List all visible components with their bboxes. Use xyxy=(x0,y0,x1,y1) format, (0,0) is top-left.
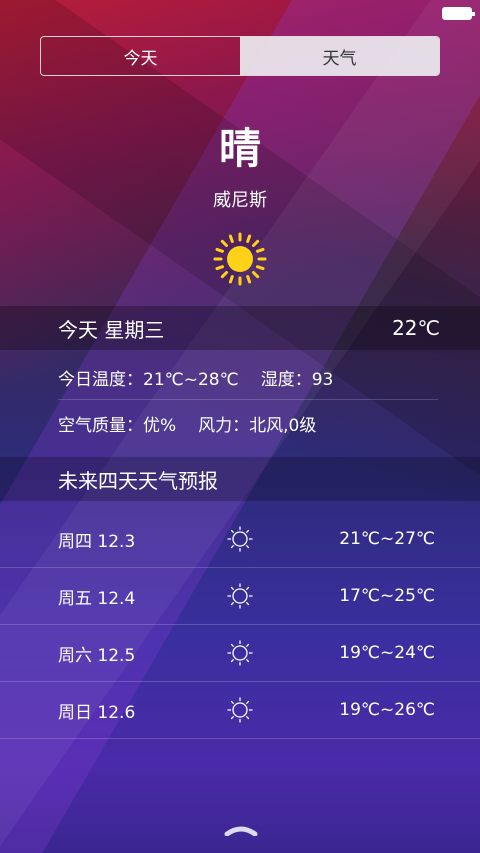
forecast-row: 周六 12.5 19℃~24℃ xyxy=(0,625,480,682)
tab-bar: 今天 天气 xyxy=(40,36,440,76)
forecast-day: 周日 12.6 xyxy=(58,702,136,723)
forecast-temp: 17℃~25℃ xyxy=(339,586,435,606)
chevron-up-icon[interactable] xyxy=(224,826,258,836)
today-temp-humidity-row: 今日温度：21℃~28℃ 湿度：93 xyxy=(58,356,438,400)
today-air-wind-row: 空气质量：优% 风力：北风,0级 xyxy=(58,401,438,445)
sun-outline-icon xyxy=(227,640,253,666)
weather-condition: 晴 xyxy=(218,124,261,173)
forecast-temp: 19℃~26℃ xyxy=(339,700,435,720)
humidity: 湿度：93 xyxy=(260,370,334,390)
forecast-temp: 21℃~27℃ xyxy=(339,529,435,549)
forecast-day: 周五 12.4 xyxy=(58,588,136,609)
forecast-row: 周五 12.4 17℃~25℃ xyxy=(0,568,480,625)
forecast-day: 周四 12.3 xyxy=(58,531,136,552)
forecast-row: 周四 12.3 21℃~27℃ xyxy=(0,511,480,568)
wind: 风力：北风,0级 xyxy=(198,415,317,436)
sun-outline-icon xyxy=(227,583,253,609)
today-summary-bar: 今天 星期三 22℃ xyxy=(0,306,480,350)
sun-outline-icon xyxy=(227,526,253,552)
sun-outline-icon xyxy=(227,697,253,723)
city-name: 威尼斯 xyxy=(213,190,267,211)
forecast-temp: 19℃~24℃ xyxy=(339,643,435,663)
battery-icon xyxy=(442,7,475,20)
forecast-title: 未来四天天气预报 xyxy=(0,457,480,501)
forecast-day: 周六 12.5 xyxy=(58,645,136,666)
temp-range: 今日温度：21℃~28℃ xyxy=(58,370,239,390)
air-quality: 空气质量：优% xyxy=(58,415,177,436)
today-day: 今天 星期三 xyxy=(58,317,165,342)
forecast-row: 周日 12.6 19℃~26℃ xyxy=(0,682,480,739)
tab-weather[interactable]: 天气 xyxy=(240,37,439,75)
current-temperature: 22℃ xyxy=(392,316,440,340)
sun-icon xyxy=(213,232,267,286)
tab-today[interactable]: 今天 xyxy=(41,37,240,75)
